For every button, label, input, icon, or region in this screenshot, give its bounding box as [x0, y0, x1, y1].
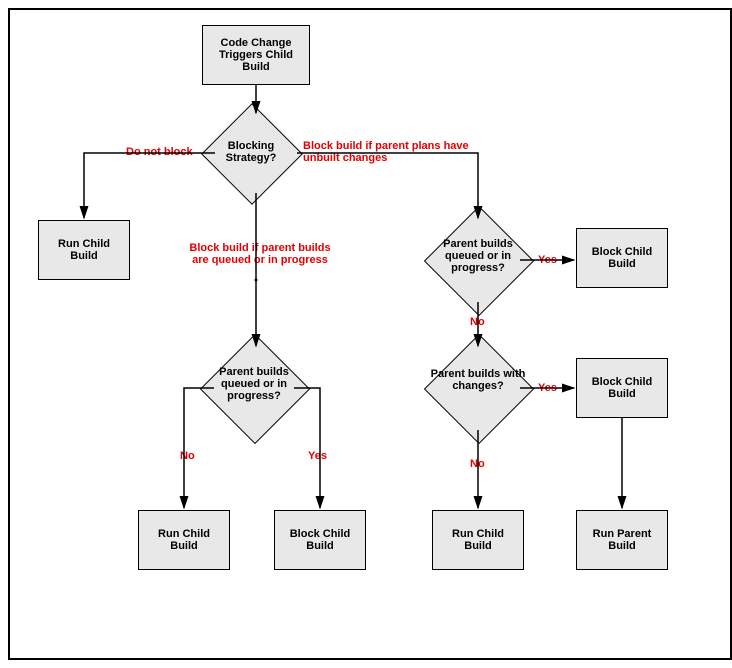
edge-label-yes3: Yes — [538, 382, 557, 394]
edge-label-no2: No — [470, 316, 485, 328]
edge-label-yes2: Yes — [538, 254, 557, 266]
flowchart-frame: Code Change Triggers Child Build Blockin… — [8, 8, 732, 660]
node-label: Run Parent Build — [581, 528, 663, 552]
node-label: Code Change Triggers Child Build — [207, 37, 305, 73]
node-block-child-mid: Block Child Build — [274, 510, 366, 570]
node-label: Block Child Build — [581, 376, 663, 400]
node-block-child-r1: Block Child Build — [576, 228, 668, 288]
node-run-child-mid1: Run Child Build — [138, 510, 230, 570]
node-block-child-r2: Block Child Build — [576, 358, 668, 418]
node-label: Block Child Build — [581, 246, 663, 270]
node-run-parent: Run Parent Build — [576, 510, 668, 570]
node-label: Run Child Build — [43, 238, 125, 262]
node-label: Block Child Build — [279, 528, 361, 552]
edge-label-yes1: Yes — [308, 450, 327, 462]
edge-label-no3: No — [470, 458, 485, 470]
node-label: Run Child Build — [437, 528, 519, 552]
node-blocking-strategy — [201, 103, 303, 205]
node-run-child-r: Run Child Build — [432, 510, 524, 570]
edge-label-no1: No — [180, 450, 195, 462]
node-parent-qp-left — [200, 334, 310, 444]
node-parent-changes — [424, 334, 534, 444]
edge-label-do-not-block: Do not block — [126, 146, 193, 158]
node-label: Run Child Build — [143, 528, 225, 552]
node-parent-qp-right — [424, 206, 534, 316]
node-run-child-left: Run Child Build — [38, 220, 130, 280]
edge-label-block-unbuilt: Block build if parent plans have unbuilt… — [303, 140, 473, 164]
node-start: Code Change Triggers Child Build — [202, 25, 310, 85]
edge-label-block-queued: Block build if parent builds are queued … — [180, 242, 340, 266]
